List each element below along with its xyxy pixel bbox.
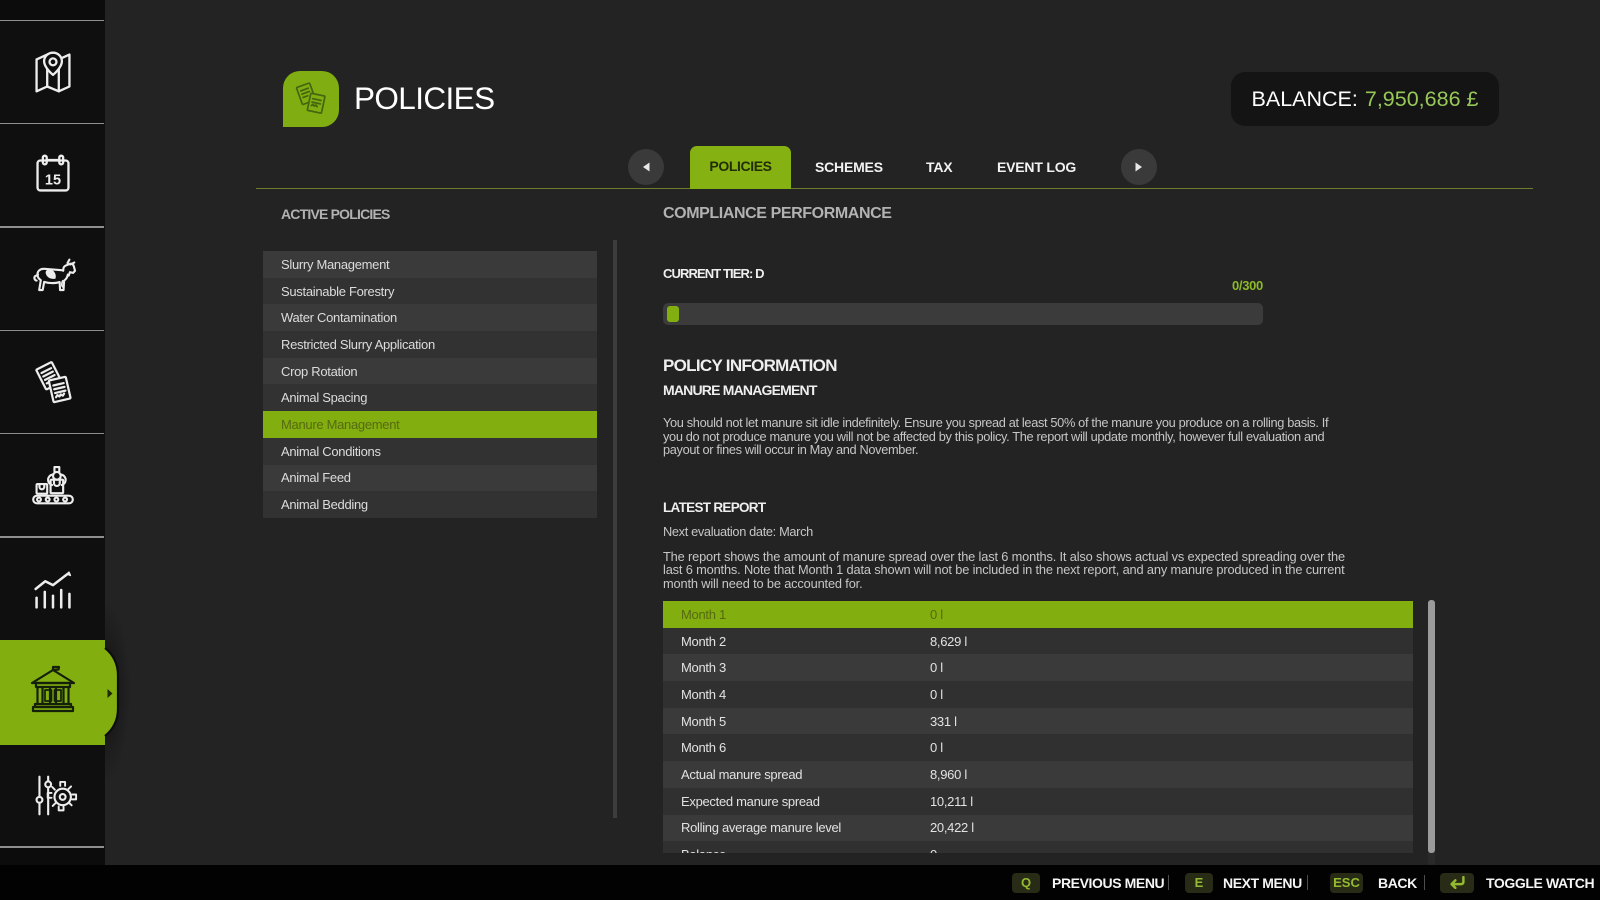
svg-text:15: 15 — [44, 172, 60, 188]
